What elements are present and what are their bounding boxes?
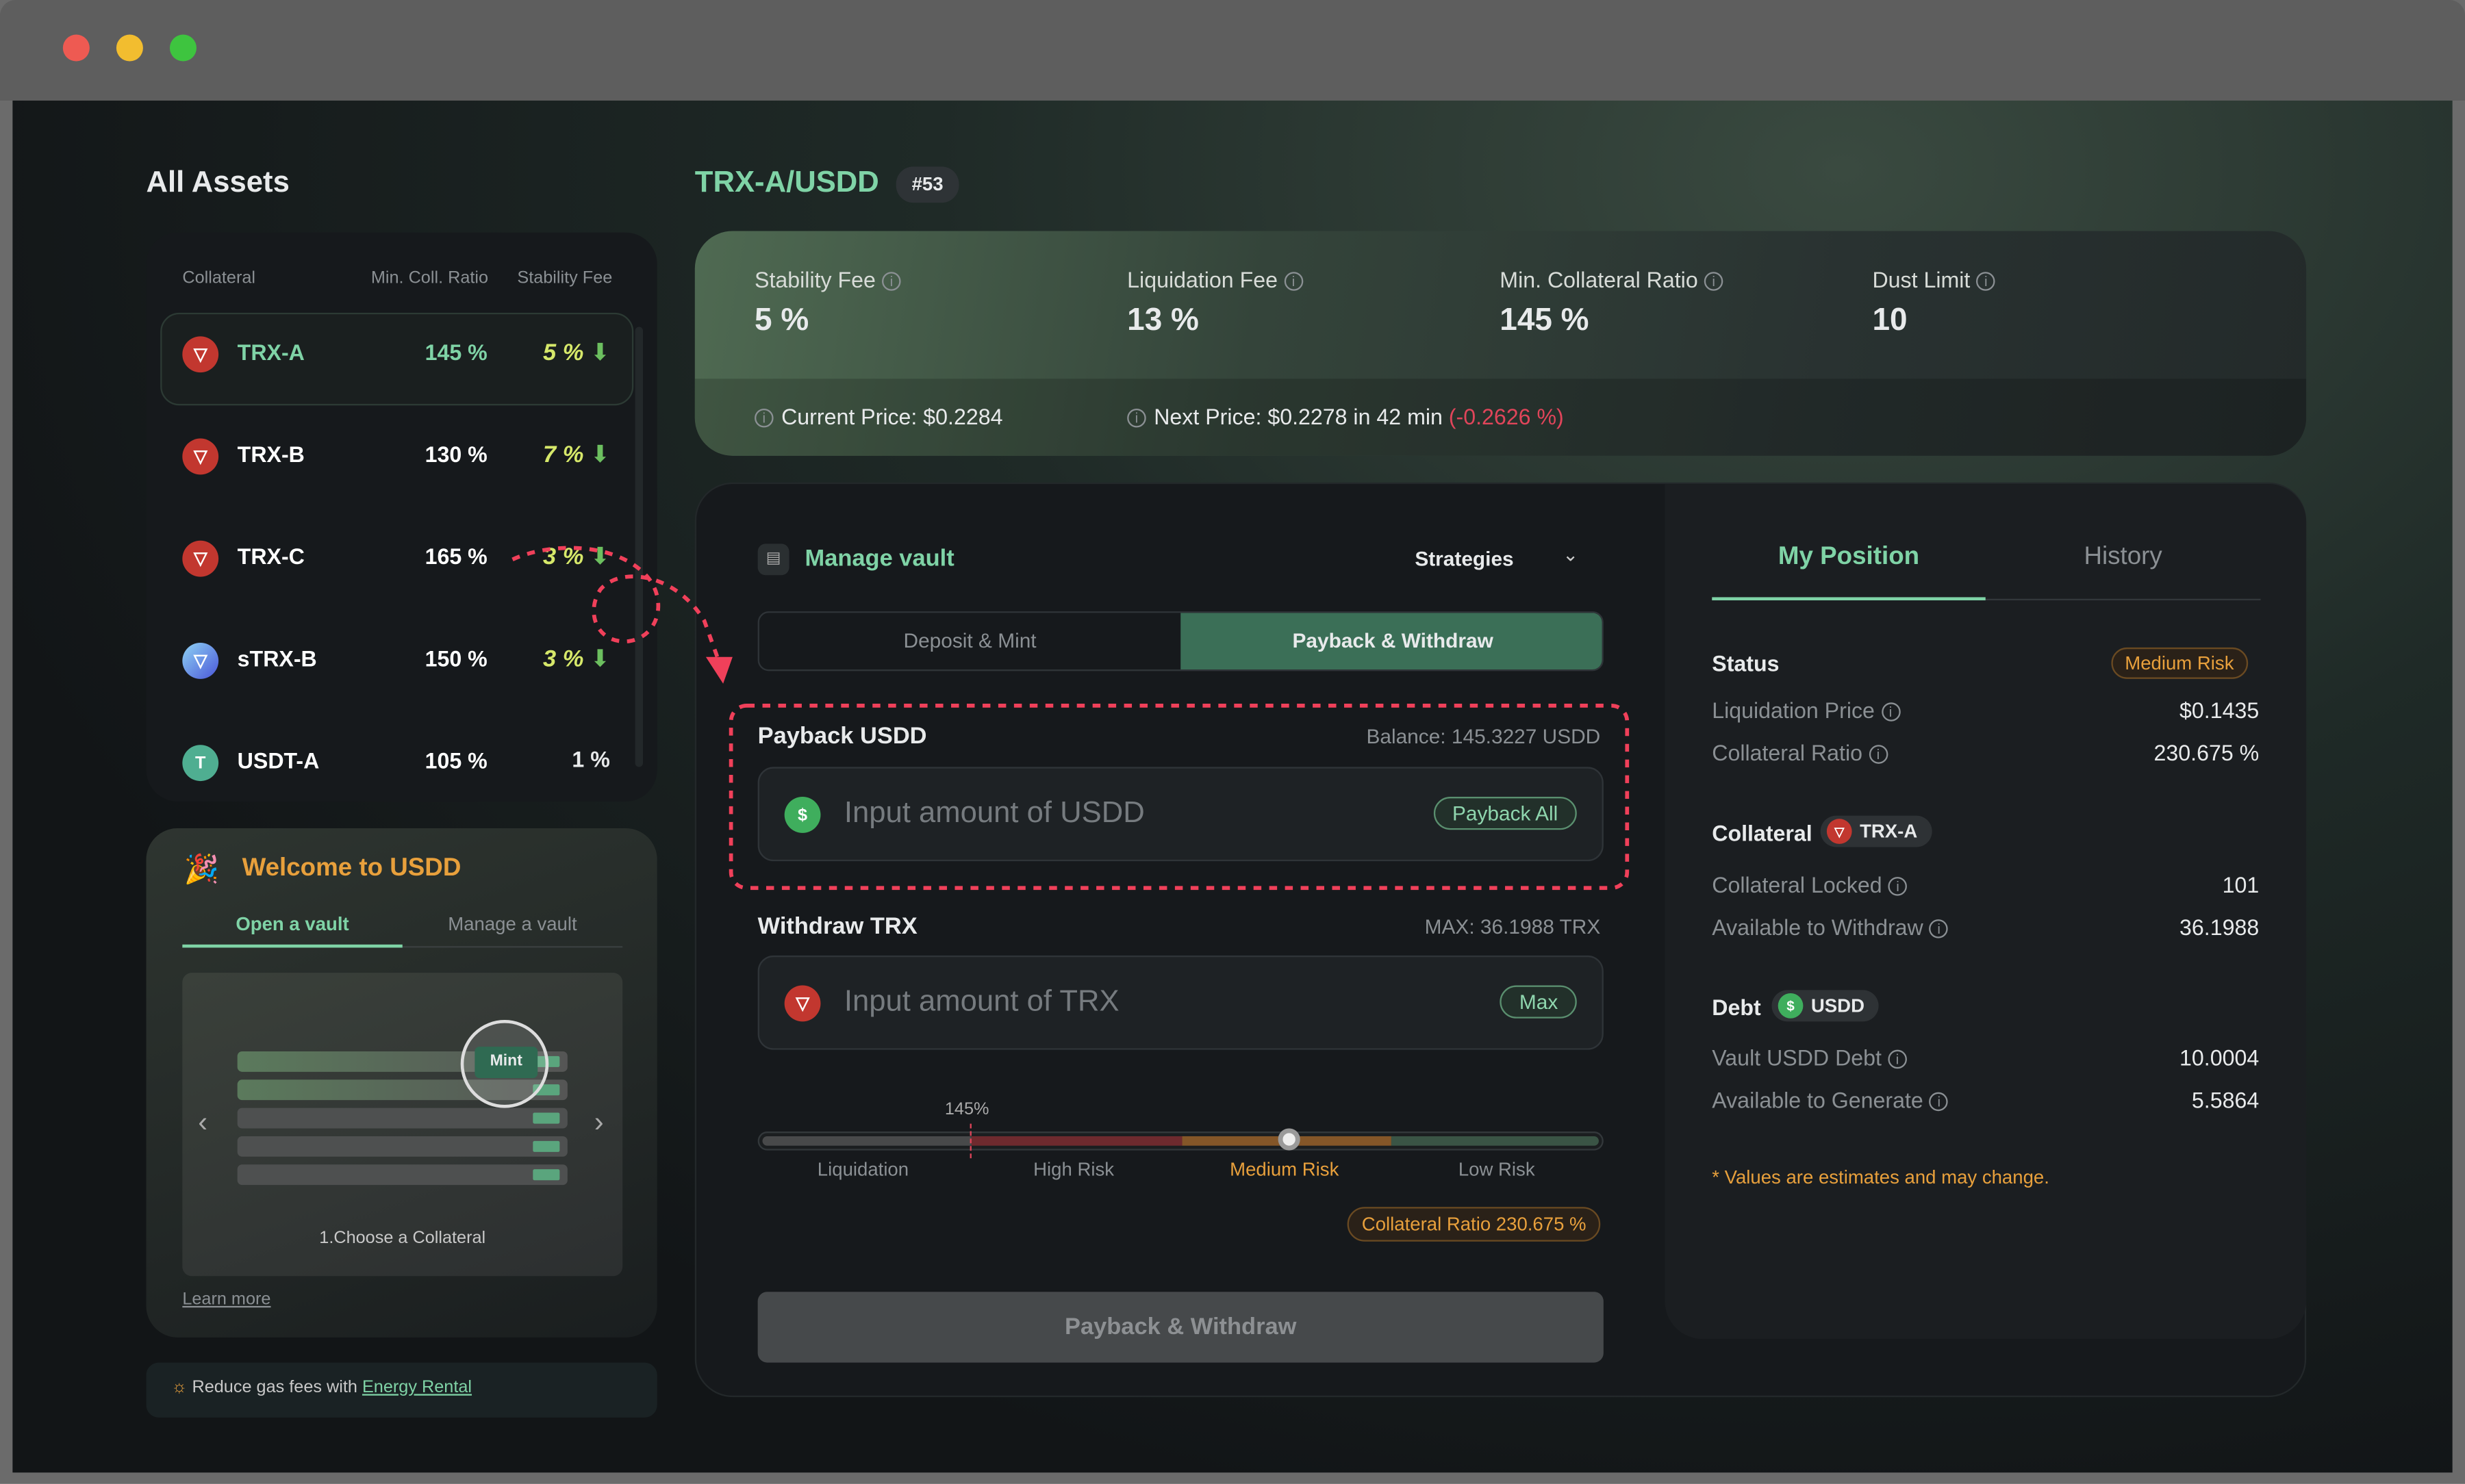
highlight-annotation [511,546,1630,891]
